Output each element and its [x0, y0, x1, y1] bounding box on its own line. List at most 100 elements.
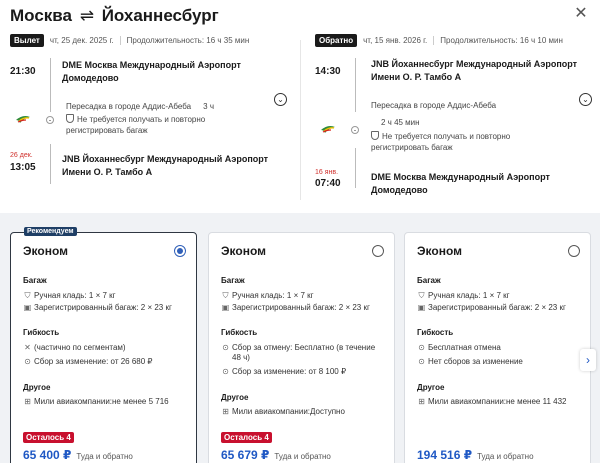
outbound-header: Вылет чт, 25 дек. 2025 г. Продолжительност…: [10, 34, 249, 48]
fare-name: Эконом: [417, 244, 463, 258]
fare-name: Эконом: [221, 244, 267, 258]
bag-note-text: Не требуется получать и повторно: [77, 115, 206, 124]
return-date: чт, 15 янв. 2026 г.: [363, 36, 428, 45]
fare-card-economy-1[interactable]: Рекомендуем Эконом Багаж ⛉ Ручная кладь: …: [10, 227, 197, 463]
other-title: Другое: [221, 393, 249, 402]
coin-icon: ⊙: [418, 343, 425, 352]
shield-icon: [371, 131, 379, 140]
outbound-expand-chevron-icon[interactable]: ⌄: [274, 93, 287, 106]
no-change-fee-feature: ⊙ Нет сборов за изменение: [417, 357, 585, 367]
shield-icon: [66, 114, 74, 123]
outbound-duration: Продолжительность: 16 ч 35 мин: [126, 36, 250, 45]
feature-text: Бесплатная отмена: [428, 343, 501, 352]
trip-header: Москва ⇌ Йоханнесбург ✕: [0, 0, 600, 34]
coin-icon: ⊙: [418, 357, 425, 366]
outbound-bag-note: Не требуется получать и повторно регистр…: [66, 114, 205, 136]
return-duration: Продолжительность: 16 ч 10 мин: [440, 36, 563, 45]
return-arr-time: 07:40: [315, 178, 341, 189]
origin-city: Москва: [10, 6, 72, 25]
feature-text: Сбор за изменение: от 8 100 ₽: [232, 367, 347, 376]
airport-line: DME Москва Международный Аэропорт: [371, 172, 550, 182]
outbound-transfer: Пересадка в городе Аддис-Абеба 3 ч: [66, 101, 214, 112]
checked-bag-feature: ▣ Зарегистрированный багаж: 2 × 23 кг: [417, 303, 585, 313]
other-title: Другое: [23, 383, 51, 392]
feature-text: Ручная кладь: 1 × 7 кг: [232, 291, 314, 300]
feature-text: Зарегистрированный багаж: 2 × 23 кг: [428, 303, 566, 312]
transfer-duration: 3 ч: [203, 102, 214, 111]
return-transfer: Пересадка в городе Аддис-Абеба: [371, 100, 496, 111]
return-dep-airport: JNB Йоханнесбург Международный Аэропорт …: [371, 58, 577, 84]
route-line: [355, 58, 356, 112]
return-arr-airport: DME Москва Международный Аэропорт Домоде…: [371, 171, 550, 197]
transfer-text: Пересадка в городе Аддис-Абеба: [371, 101, 497, 110]
return-bag-note: Не требуется получать и повторно регистр…: [371, 131, 510, 153]
baggage-title: Багаж: [221, 276, 245, 285]
feature-text: 48 ч): [232, 353, 250, 362]
remaining-seats-badge: Осталось 4: [23, 432, 74, 443]
fare-radio[interactable]: [372, 245, 384, 257]
bag-note-text: регистрировать багаж: [66, 126, 148, 135]
airport-line: DME Москва Международный Аэропорт: [62, 60, 241, 70]
suitcase-icon: ▣: [417, 303, 426, 312]
recommended-badge: Рекомендуем: [24, 227, 77, 236]
fare-card-economy-2[interactable]: Эконом Багаж ⛉ Ручная кладь: 1 × 7 кг ▣ За…: [208, 232, 395, 463]
miles-icon: ⊞: [24, 397, 31, 406]
return-expand-chevron-icon[interactable]: ⌄: [579, 93, 592, 106]
price-row: 194 516 ₽ Туда и обратно: [417, 446, 534, 463]
flex-title: Гибкость: [221, 328, 258, 337]
airport-line: Домодедово: [371, 185, 428, 195]
close-icon[interactable]: ✕: [572, 5, 590, 23]
carry-on-feature: ⛉ Ручная кладь: 1 × 7 кг: [221, 291, 389, 301]
outbound-arr-airport: JNB Йоханнесбург Международный Аэропорт …: [62, 153, 268, 179]
checked-bag-feature: ▣ Зарегистрированный багаж: 2 × 23 кг: [221, 303, 389, 313]
change-fee-feature: ⊙ Сбор за изменение: от 26 680 ₽: [23, 357, 191, 367]
airline-logo-icon: [321, 126, 335, 133]
bag-icon: ⛉: [222, 291, 229, 300]
miles-feature: ⊞ Мили авиакомпании:Доступно: [221, 407, 389, 417]
bag-icon: ⛉: [24, 291, 31, 300]
fare-radio[interactable]: [568, 245, 580, 257]
transfer-dot-icon: [46, 116, 54, 124]
destination-city: Йоханнесбург: [101, 6, 219, 25]
carry-on-feature: ⛉ Ручная кладь: 1 × 7 кг: [417, 291, 585, 301]
feature-text: Сбор за отмену: Бесплатно (в течение: [232, 343, 376, 352]
miles-icon: ⊞: [418, 397, 425, 406]
coin-icon: ⊙: [222, 367, 229, 376]
price-row: 65 400 ₽ Туда и обратно: [23, 446, 133, 463]
return-transfer-duration: 2 ч 45 мин: [381, 118, 420, 127]
feature-text: (частично по сегментам): [34, 343, 126, 352]
route-title: Москва ⇌ Йоханнесбург: [10, 6, 219, 26]
outbound-arr-date: 26 дек.: [10, 152, 33, 159]
feature-text: Зарегистрированный багаж: 2 × 23 кг: [34, 303, 172, 312]
airline-logo-icon: [16, 116, 30, 123]
fare-card-economy-3[interactable]: Эконом Багаж ⛉ Ручная кладь: 1 × 7 кг ▣ За…: [404, 232, 591, 463]
fare-radio[interactable]: [174, 245, 186, 257]
miles-feature: ⊞ Мили авиакомпании:не менее 11 432: [417, 397, 585, 407]
coin-icon: ⊙: [222, 343, 229, 352]
transfer-text: Пересадка в городе Аддис-Абеба: [66, 102, 192, 111]
segment-divider: [300, 40, 301, 200]
airport-line: Домодедово: [62, 73, 119, 83]
fare-name: Эконом: [23, 244, 69, 258]
price-note: Туда и обратно: [76, 452, 133, 461]
route-line: [50, 58, 51, 112]
return-segment: Обратно чт, 15 янв. 2026 г. Продолжительно…: [305, 32, 595, 207]
bag-note-text: Не требуется получать и повторно: [382, 132, 511, 141]
feature-text: Мили авиакомпании:Доступно: [232, 407, 345, 416]
fare-price: 194 516 ₽: [417, 448, 473, 462]
miles-feature: ⊞ Мили авиакомпании:не менее 5 716: [23, 397, 191, 407]
carry-on-feature: ⛉ Ручная кладь: 1 × 7 кг: [23, 291, 191, 301]
next-fares-chevron-right-icon[interactable]: ›: [580, 349, 596, 371]
feature-text: Ручная кладь: 1 × 7 кг: [428, 291, 510, 300]
outbound-arr-time: 13:05: [10, 162, 36, 173]
cancel-feature: ✕ (частично по сегментам): [23, 343, 191, 353]
flex-title: Гибкость: [417, 328, 454, 337]
suitcase-icon: ▣: [221, 303, 230, 312]
feature-text: Нет сборов за изменение: [428, 357, 523, 366]
outbound-date: чт, 25 дек. 2025 г.: [49, 36, 114, 45]
flex-title: Гибкость: [23, 328, 60, 337]
airport-line: JNB Йоханнесбург Международный Аэропорт: [371, 59, 578, 69]
price-note: Туда и обратно: [477, 452, 534, 461]
route-line: [355, 148, 356, 188]
route-line: [50, 144, 51, 184]
